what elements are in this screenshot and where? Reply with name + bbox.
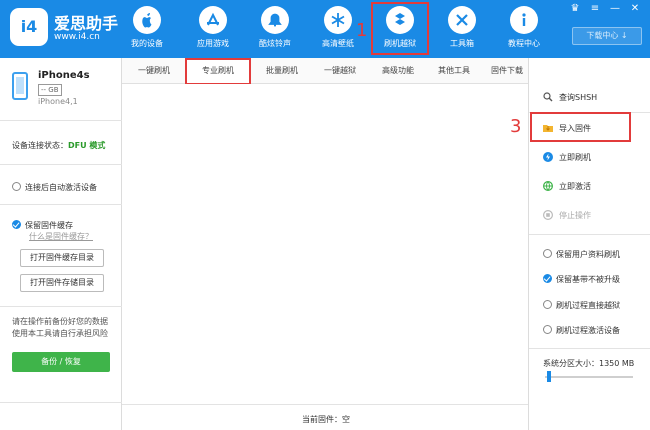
option-activate-during-flash[interactable]: 刷机过程激活设备 — [543, 325, 620, 336]
status-label: 设备连接状态： — [12, 141, 68, 150]
option-keep-user-data[interactable]: 保留用户资料刷机 — [543, 249, 620, 260]
option-label: 刷机过程激活设备 — [556, 326, 620, 335]
device-model: iPhone4,1 — [38, 97, 78, 106]
firmware-footer: 当前固件：空 — [122, 404, 528, 430]
snowflake-icon — [324, 6, 352, 34]
keep-cache-option[interactable]: 保留固件缓存 — [12, 220, 73, 231]
action-label: 停止操作 — [559, 211, 591, 220]
auto-activate-option[interactable]: 连接后自动激活设备 — [12, 182, 97, 193]
divider — [0, 402, 122, 403]
flash-now-button[interactable]: 立即刷机 — [543, 152, 591, 163]
partition-slider-track[interactable] — [545, 376, 633, 378]
divider — [0, 306, 122, 307]
left-panel: iPhone4s -- GB iPhone4,1 设备连接状态：DFU 模式 连… — [0, 58, 122, 430]
keep-cache-label: 保留固件缓存 — [25, 221, 73, 230]
divider — [0, 164, 122, 165]
tools-icon — [448, 6, 476, 34]
appstore-icon — [199, 6, 227, 34]
minimize-icon[interactable]: — — [607, 3, 623, 15]
nav-highlight-box — [371, 2, 429, 55]
info-icon — [510, 6, 538, 34]
partition-slider-handle[interactable] — [547, 371, 551, 382]
auto-activate-label: 连接后自动激活设备 — [25, 183, 97, 192]
radio-icon[interactable] — [543, 325, 552, 334]
nav-apps-games[interactable]: 应用游戏 — [183, 6, 243, 54]
app-title: 爱思助手 — [54, 14, 119, 33]
checked-icon[interactable] — [12, 220, 21, 229]
divider — [0, 204, 122, 205]
bell-icon — [261, 6, 289, 34]
app-logo: i4 爱思助手 www.i4.cn — [10, 8, 130, 50]
nav-label: 工具箱 — [450, 39, 474, 48]
device-name: iPhone4s — [38, 70, 90, 81]
nav-tutorials[interactable]: 教程中心 — [494, 6, 554, 54]
divider — [529, 348, 650, 349]
what-is-cache-link[interactable]: 什么是固件缓存？ — [29, 231, 93, 242]
search-icon — [543, 92, 553, 102]
nav-ringtones[interactable]: 酷炫铃声 — [245, 6, 305, 54]
nav-toolbox[interactable]: 工具箱 — [432, 6, 492, 54]
nav-label: 我的设备 — [131, 39, 163, 48]
flash-icon — [543, 152, 553, 162]
divider — [0, 120, 122, 121]
partition-size-label: 系统分区大小：1350 MB — [543, 359, 635, 368]
nav-label: 应用游戏 — [197, 39, 229, 48]
annotation-1: 1 — [356, 20, 368, 41]
radio-icon[interactable] — [543, 300, 552, 309]
app-url: www.i4.cn — [54, 32, 100, 42]
import-highlight-box — [530, 112, 631, 142]
top-header: i4 爱思助手 www.i4.cn 我的设备 应用游戏 酷炫铃声 高清壁纸 刷机… — [0, 0, 650, 58]
menu-icon[interactable]: ≡ — [587, 3, 603, 15]
apple-icon — [133, 6, 161, 34]
option-label: 刷机过程直接越狱 — [556, 301, 620, 310]
action-label: 立即激活 — [559, 182, 591, 191]
option-jailbreak-during-flash[interactable]: 刷机过程直接越狱 — [543, 300, 620, 311]
backup-restore-button[interactable]: 备份 / 恢复 — [12, 352, 110, 372]
tab-batch-flash[interactable]: 批量刷机 — [250, 58, 314, 84]
nav-my-device[interactable]: 我的设备 — [117, 6, 177, 54]
iphone-icon — [12, 72, 28, 100]
download-center-button[interactable]: 下载中心 ↓ — [572, 27, 642, 45]
open-storage-dir-button[interactable]: 打开固件存储目录 — [20, 274, 104, 292]
divider — [529, 234, 650, 235]
radio-icon[interactable] — [12, 182, 21, 191]
stop-icon — [542, 209, 554, 221]
tab-one-click-flash[interactable]: 一键刷机 — [122, 58, 186, 84]
connection-status: 设备连接状态：DFU 模式 — [12, 140, 105, 151]
status-value: DFU 模式 — [68, 141, 106, 150]
globe-icon — [542, 180, 554, 192]
tab-jailbreak[interactable]: 一键越狱 — [308, 58, 372, 84]
nav-label: 酷炫铃声 — [259, 39, 291, 48]
skin-icon[interactable]: ♛ — [567, 3, 583, 15]
tab-firmware-download[interactable]: 固件下载 — [486, 58, 528, 84]
option-keep-baseband[interactable]: 保留基带不被升级 — [543, 274, 620, 285]
firmware-list-area[interactable] — [122, 84, 528, 430]
option-label: 保留基带不被升级 — [556, 275, 620, 284]
stop-operation-button[interactable]: 停止操作 — [542, 209, 591, 221]
close-icon[interactable]: ✕ — [627, 3, 643, 15]
device-capacity: -- GB — [38, 84, 62, 96]
action-label: 立即刷机 — [559, 153, 591, 162]
radio-icon[interactable] — [543, 249, 552, 258]
tab-highlight-box — [185, 58, 251, 85]
activate-now-button[interactable]: 立即激活 — [542, 180, 591, 192]
query-shsh-button[interactable]: 查询SHSH — [543, 92, 597, 103]
tab-bar: 一键刷机 专业刷机 批量刷机 一键越狱 高级功能 其他工具 固件下载 — [122, 58, 528, 85]
current-firmware-label: 当前固件：空 — [302, 415, 350, 424]
annotation-3: 3 — [510, 116, 522, 137]
option-label: 保留用户资料刷机 — [556, 250, 620, 259]
tab-advanced[interactable]: 高级功能 — [366, 58, 430, 84]
nav-label: 教程中心 — [508, 39, 540, 48]
open-cache-dir-button[interactable]: 打开固件缓存目录 — [20, 249, 104, 267]
tab-other-tools[interactable]: 其他工具 — [422, 58, 486, 84]
risk-warning: 请在操作前备份好您的数据 使用本工具请自行承担风险 — [12, 317, 108, 338]
checked-icon[interactable] — [543, 274, 552, 283]
action-label: 查询SHSH — [559, 93, 598, 102]
logo-badge: i4 — [10, 8, 48, 46]
